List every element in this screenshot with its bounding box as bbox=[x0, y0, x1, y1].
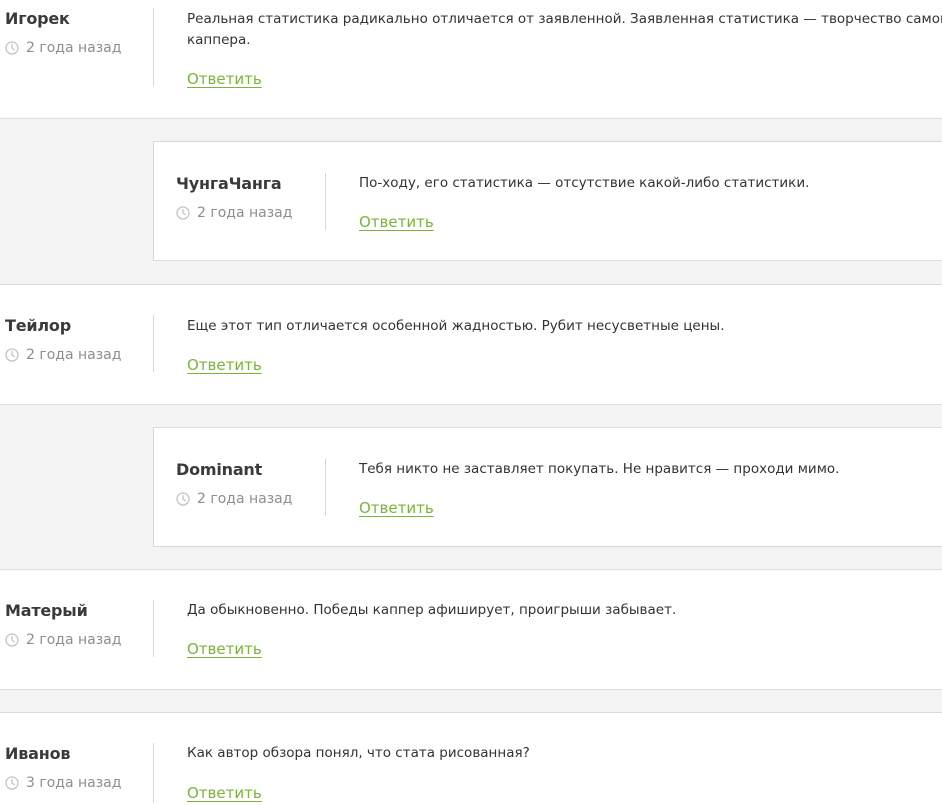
reply-button[interactable]: Ответить bbox=[359, 213, 434, 231]
comment-time-text: 3 года назад bbox=[26, 775, 122, 791]
reply-button[interactable]: Ответить bbox=[187, 640, 262, 658]
comment-text-line: Еще этот тип отличается особенной жаднос… bbox=[187, 318, 725, 334]
reply-band: ЧунгаЧанга 2 года назад По-ходу, его ста… bbox=[0, 119, 942, 284]
comment-author[interactable]: Dominant bbox=[176, 460, 262, 479]
reply-button[interactable]: Ответить bbox=[359, 499, 434, 517]
comment-text-line: Реальная статистика радикально отличаетс… bbox=[187, 11, 942, 27]
comment-text-line: Как автор обзора понял, что стата рисова… bbox=[187, 745, 530, 761]
comment-separator bbox=[325, 173, 326, 230]
reply-comment-card: Dominant 2 года назад Тебя никто не заст… bbox=[153, 427, 942, 547]
clock-icon bbox=[176, 206, 190, 220]
comment-time-text: 2 года назад bbox=[197, 491, 293, 507]
reply-button[interactable]: Ответить bbox=[187, 784, 262, 802]
comment-time: 2 года назад bbox=[5, 40, 121, 56]
clock-icon bbox=[5, 41, 19, 55]
comment-separator bbox=[153, 600, 154, 657]
reply-button[interactable]: Ответить bbox=[187, 356, 262, 374]
comment-text-line: По-ходу, его статистика — отсутствие как… bbox=[359, 175, 810, 191]
comment-item: Матерый 2 года назад Да обыкновенно. Поб… bbox=[0, 570, 942, 689]
comment-time: 2 года назад bbox=[5, 347, 121, 363]
clock-icon bbox=[5, 348, 19, 362]
reply-band: Dominant 2 года назад Тебя никто не заст… bbox=[0, 405, 942, 569]
clock-icon bbox=[5, 776, 19, 790]
comment-author[interactable]: ЧунгаЧанга bbox=[176, 174, 282, 193]
comment-time-text: 2 года назад bbox=[26, 347, 122, 363]
reply-comment-card: ЧунгаЧанга 2 года назад По-ходу, его ста… bbox=[153, 141, 942, 261]
comment-separator bbox=[153, 315, 154, 372]
comment-item: Игорек 2 года назад Реальная статистика … bbox=[0, 0, 942, 118]
comment-separator bbox=[153, 743, 154, 803]
comment-time: 2 года назад bbox=[176, 491, 292, 507]
clock-icon bbox=[5, 633, 19, 647]
comment-separator bbox=[153, 8, 154, 86]
comment-time: 3 года назад bbox=[5, 775, 121, 791]
clock-icon bbox=[176, 492, 190, 506]
comment-author[interactable]: Игорек bbox=[5, 9, 70, 28]
comment-time-text: 2 года назад bbox=[26, 40, 122, 56]
comment-author[interactable]: Иванов bbox=[5, 744, 70, 763]
comment-text-line: Да обыкновенно. Победы каппер афиширует,… bbox=[187, 602, 677, 618]
comment-author[interactable]: Матерый bbox=[5, 601, 88, 620]
comment-text-line: Тебя никто не заставляет покупать. Не нр… bbox=[359, 461, 840, 477]
comment-text-line: каппера. bbox=[187, 32, 251, 48]
comment-time: 2 года назад bbox=[176, 205, 292, 221]
comment-time-text: 2 года назад bbox=[197, 205, 293, 221]
comment-item: Иванов 3 года назад Как автор обзора пон… bbox=[0, 713, 942, 805]
reply-button[interactable]: Ответить bbox=[187, 70, 262, 88]
comment-item: Тейлор 2 года назад Еще этот тип отличае… bbox=[0, 285, 942, 404]
comments-list: Игорек 2 года назад Реальная статистика … bbox=[0, 0, 942, 805]
comment-time: 2 года назад bbox=[5, 632, 121, 648]
comment-author[interactable]: Тейлор bbox=[5, 316, 71, 335]
reply-band bbox=[0, 690, 942, 712]
comment-time-text: 2 года назад bbox=[26, 632, 122, 648]
comment-separator bbox=[325, 459, 326, 516]
